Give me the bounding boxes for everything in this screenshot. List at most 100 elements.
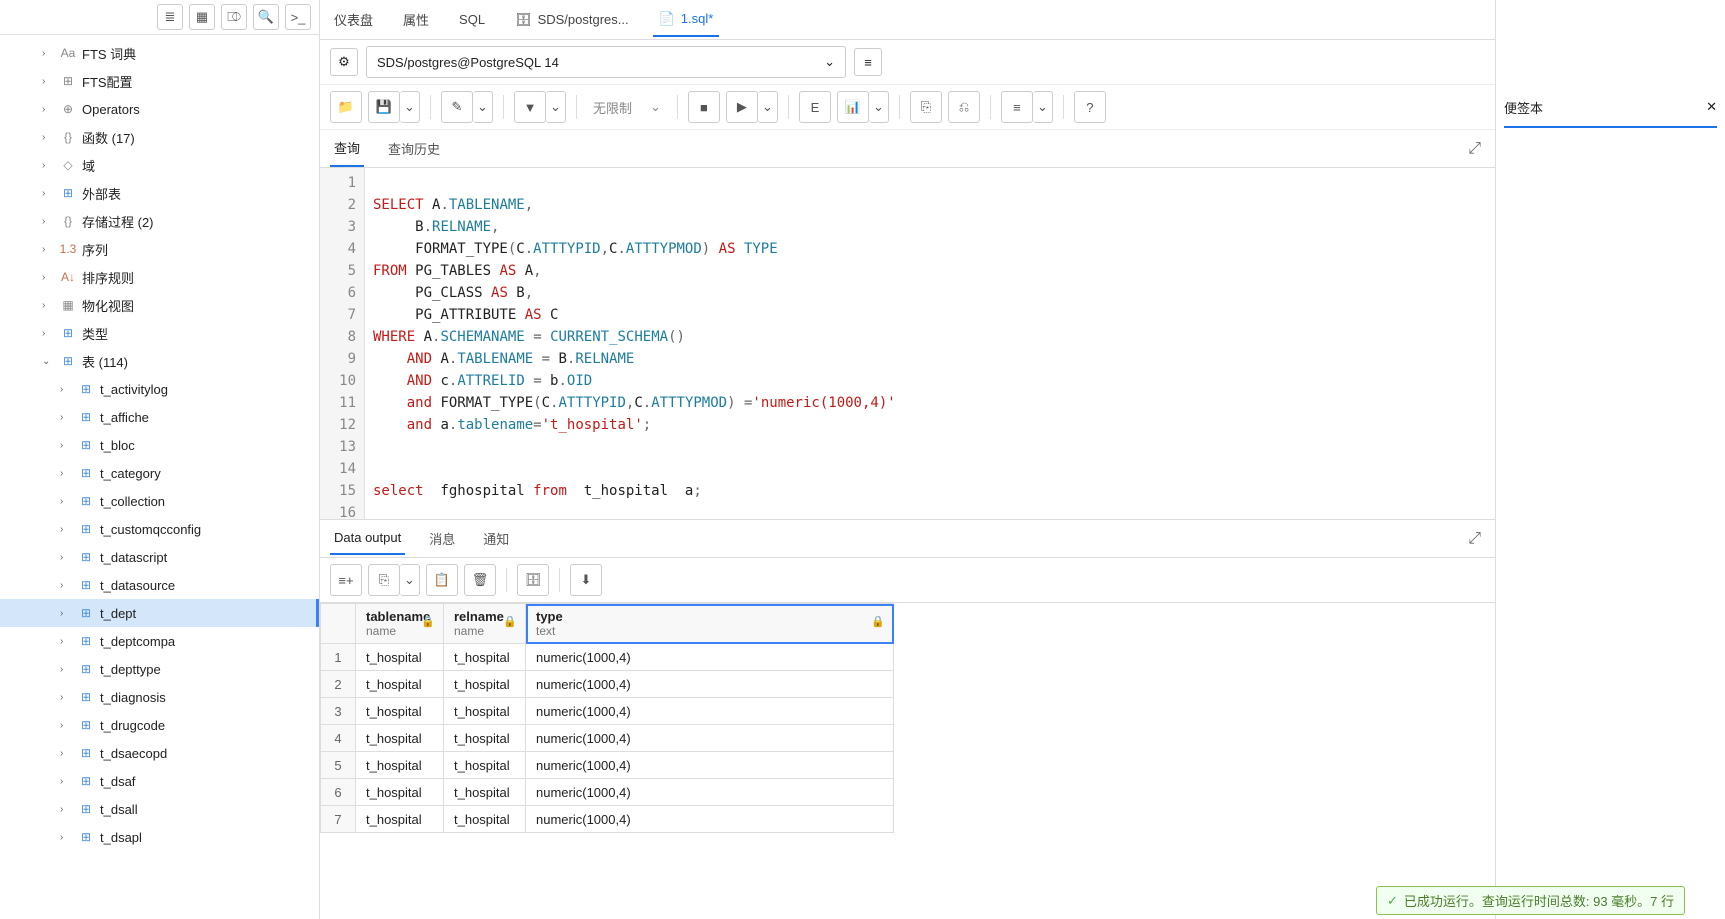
- scratch-pad-tab[interactable]: 便签本: [1504, 98, 1543, 117]
- macros-dropdown[interactable]: ⌄: [1033, 91, 1053, 123]
- output-tab[interactable]: 消息: [425, 521, 459, 556]
- tree-item[interactable]: ›⊞t_customqcconfig: [0, 515, 319, 543]
- cell[interactable]: numeric(1000,4): [526, 698, 894, 725]
- explain-button[interactable]: E: [799, 91, 831, 123]
- row-number[interactable]: 3: [321, 698, 356, 725]
- row-number[interactable]: 6: [321, 779, 356, 806]
- filter-dropdown[interactable]: ⌄: [546, 91, 566, 123]
- tree-item[interactable]: ›⊞t_dsall: [0, 795, 319, 823]
- tree-item[interactable]: ›A↓排序规则: [0, 263, 319, 291]
- close-scratch-icon[interactable]: ✕: [1706, 99, 1717, 115]
- tree-item[interactable]: ›◇域: [0, 151, 319, 179]
- commit-button[interactable]: ⎘: [910, 91, 942, 123]
- tree-item[interactable]: ›⊞FTS配置: [0, 67, 319, 95]
- expand-output-icon[interactable]: ⤢: [1464, 526, 1485, 552]
- tree-item[interactable]: ›⊞t_dsaecopd: [0, 739, 319, 767]
- tree-item[interactable]: ›⊞t_datascript: [0, 543, 319, 571]
- copy-button[interactable]: ⎘: [368, 564, 400, 596]
- cell[interactable]: t_hospital: [356, 644, 444, 671]
- filter-button[interactable]: ▼: [514, 91, 546, 123]
- cell[interactable]: t_hospital: [356, 779, 444, 806]
- top-tab[interactable]: 📄1.sql*: [653, 3, 720, 37]
- limit-label[interactable]: 无限制: [587, 98, 638, 117]
- add-row-button[interactable]: ≡+: [330, 564, 362, 596]
- connection-db-icon[interactable]: ≡: [854, 48, 882, 76]
- cell[interactable]: numeric(1000,4): [526, 644, 894, 671]
- stop-button[interactable]: ■: [688, 91, 720, 123]
- tree-item[interactable]: ›⊞t_category: [0, 459, 319, 487]
- run-dropdown[interactable]: ⌄: [758, 91, 778, 123]
- top-tab[interactable]: SQL: [453, 4, 491, 35]
- cell[interactable]: t_hospital: [444, 725, 526, 752]
- paste-button[interactable]: 📋: [426, 564, 458, 596]
- open-file-button[interactable]: 📁: [330, 91, 362, 123]
- row-number[interactable]: 2: [321, 671, 356, 698]
- cell[interactable]: t_hospital: [356, 725, 444, 752]
- terminal-icon[interactable]: >_: [285, 4, 311, 30]
- row-number[interactable]: 7: [321, 806, 356, 833]
- macros-button[interactable]: ≡: [1001, 91, 1033, 123]
- cell[interactable]: t_hospital: [444, 698, 526, 725]
- db-icon[interactable]: ≣: [157, 4, 183, 30]
- tree-item[interactable]: ›{}存储过程 (2): [0, 207, 319, 235]
- query-tab[interactable]: 查询历史: [384, 131, 444, 166]
- save-dropdown[interactable]: ⌄: [400, 91, 420, 123]
- cell[interactable]: t_hospital: [356, 698, 444, 725]
- tree-item[interactable]: ›⊞t_deptcompa: [0, 627, 319, 655]
- limit-dropdown[interactable]: ⌄: [644, 99, 667, 115]
- expand-editor-icon[interactable]: ⤢: [1464, 136, 1485, 162]
- connection-select[interactable]: SDS/postgres@PostgreSQL 14 ⌄: [366, 46, 846, 78]
- edit-button[interactable]: ✎: [441, 91, 473, 123]
- edit-dropdown[interactable]: ⌄: [473, 91, 493, 123]
- tree-item[interactable]: ⌄⊞表 (114): [0, 347, 319, 375]
- cell[interactable]: numeric(1000,4): [526, 725, 894, 752]
- row-number[interactable]: 4: [321, 725, 356, 752]
- tree-item[interactable]: ›⊞t_diagnosis: [0, 683, 319, 711]
- tree-item[interactable]: ›⊞t_datasource: [0, 571, 319, 599]
- search-icon[interactable]: 🔍: [253, 4, 279, 30]
- column-header[interactable]: tablenamename🔒: [356, 604, 444, 644]
- top-tab[interactable]: 属性: [397, 2, 435, 37]
- run-button[interactable]: ▶: [726, 91, 758, 123]
- tree-item[interactable]: ›1.3序列: [0, 235, 319, 263]
- cell[interactable]: numeric(1000,4): [526, 671, 894, 698]
- query-tab[interactable]: 查询: [330, 130, 364, 167]
- result-grid[interactable]: tablenamename🔒relnamename🔒typetext🔒1t_ho…: [320, 603, 1495, 919]
- analyze-button[interactable]: 📊: [837, 91, 869, 123]
- tree-item[interactable]: ›⊞外部表: [0, 179, 319, 207]
- code-area[interactable]: SELECT A.TABLENAME, B.RELNAME, FORMAT_TY…: [365, 168, 1495, 519]
- tree-icon[interactable]: ⎄: [221, 4, 247, 30]
- save-button[interactable]: 💾: [368, 91, 400, 123]
- row-number[interactable]: 5: [321, 752, 356, 779]
- analyze-dropdown[interactable]: ⌄: [869, 91, 889, 123]
- cell[interactable]: t_hospital: [444, 806, 526, 833]
- tree-item[interactable]: ›AaFTS 词典: [0, 39, 319, 67]
- copy-dropdown[interactable]: ⌄: [400, 564, 420, 596]
- cell[interactable]: t_hospital: [444, 644, 526, 671]
- cell[interactable]: t_hospital: [444, 779, 526, 806]
- tree-item[interactable]: ›⊕Operators: [0, 95, 319, 123]
- tree-item[interactable]: ›⊞t_dsaf: [0, 767, 319, 795]
- tree-item[interactable]: ›⊞t_activitylog: [0, 375, 319, 403]
- cell[interactable]: t_hospital: [356, 671, 444, 698]
- tree-item[interactable]: ›⊞t_dept: [0, 599, 319, 627]
- rollback-button[interactable]: ⎌: [948, 91, 980, 123]
- tree-item[interactable]: ›⊞t_collection: [0, 487, 319, 515]
- tree-item[interactable]: ›⊞t_depttype: [0, 655, 319, 683]
- tree-item[interactable]: ›▦物化视图: [0, 291, 319, 319]
- tree-item[interactable]: ›⊞t_bloc: [0, 431, 319, 459]
- grid-icon[interactable]: ▦: [189, 4, 215, 30]
- output-tab[interactable]: 通知: [479, 521, 513, 556]
- object-tree[interactable]: ›AaFTS 词典›⊞FTS配置›⊕Operators›{}函数 (17)›◇域…: [0, 35, 319, 919]
- top-tab[interactable]: 🗄SDS/postgres...: [509, 4, 635, 36]
- column-header[interactable]: typetext🔒: [526, 604, 894, 644]
- tree-item[interactable]: ›⊞类型: [0, 319, 319, 347]
- sql-editor[interactable]: 12345678910111213141516 SELECT A.TABLENA…: [320, 168, 1495, 520]
- connection-config-icon[interactable]: ⚙: [330, 48, 358, 76]
- tree-item[interactable]: ›⊞t_affiche: [0, 403, 319, 431]
- tree-item[interactable]: ›⊞t_drugcode: [0, 711, 319, 739]
- cell[interactable]: t_hospital: [356, 806, 444, 833]
- cell[interactable]: numeric(1000,4): [526, 752, 894, 779]
- tree-item[interactable]: ›{}函数 (17): [0, 123, 319, 151]
- row-number[interactable]: 1: [321, 644, 356, 671]
